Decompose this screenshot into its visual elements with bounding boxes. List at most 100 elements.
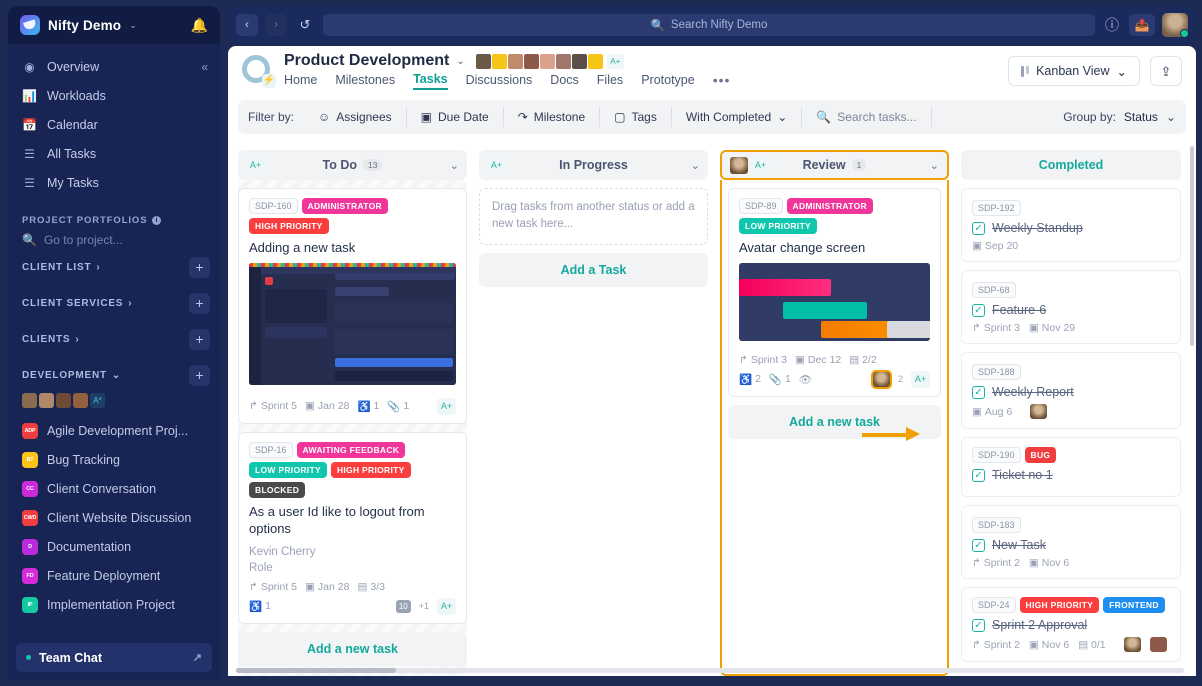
- more-tabs-button[interactable]: •••: [713, 72, 731, 90]
- checkbox-checked-icon[interactable]: ✓: [972, 618, 985, 632]
- avatar[interactable]: [1123, 637, 1141, 652]
- add-member-button[interactable]: A+: [606, 53, 624, 69]
- task-thumbnail[interactable]: [249, 262, 456, 385]
- checkbox-checked-icon[interactable]: ✓: [972, 468, 985, 482]
- filter-tags[interactable]: ▢ Tags: [600, 107, 672, 127]
- avatar[interactable]: [523, 53, 539, 69]
- task-card[interactable]: SDP-16 AWAITING FEEDBACK LOW PRIORITY HI…: [238, 431, 467, 624]
- avatar[interactable]: [555, 53, 571, 69]
- group-by-control[interactable]: Group by: Status ⌄: [1049, 110, 1176, 124]
- task-card[interactable]: SDP-160 ADMINISTRATOR HIGH PRIORITY Addi…: [238, 188, 467, 424]
- checkbox-checked-icon[interactable]: ✓: [972, 221, 985, 235]
- filter-assignees[interactable]: ☺ Assignees: [304, 107, 407, 127]
- add-new-task-button-todo[interactable]: Add a new task: [238, 631, 467, 666]
- avatar[interactable]: [73, 393, 88, 408]
- collapse-sidebar-icon[interactable]: «: [201, 60, 208, 74]
- add-project-button[interactable]: +: [189, 256, 210, 278]
- sidebar-group-client-list[interactable]: CLIENT LIST › +: [8, 249, 220, 285]
- tab-files[interactable]: Files: [597, 73, 623, 89]
- completed-task-card[interactable]: SDP-190 BUG ✓ Ticket no 1: [961, 437, 1181, 497]
- sidebar-item-calendar[interactable]: 📅 Calendar: [8, 110, 220, 139]
- checkbox-checked-icon[interactable]: ✓: [972, 303, 985, 317]
- sidebar-group-client-services[interactable]: CLIENT SERVICES › +: [8, 285, 220, 321]
- avatar[interactable]: [475, 53, 491, 69]
- checkbox-checked-icon[interactable]: ✓: [972, 538, 985, 552]
- drop-zone-message[interactable]: Drag tasks from another status or add a …: [479, 188, 708, 245]
- assign-user-icon[interactable]: A+: [437, 397, 456, 415]
- avatar[interactable]: [587, 53, 603, 69]
- expand-icon[interactable]: ↗: [193, 651, 202, 664]
- avatar[interactable]: [539, 53, 555, 69]
- sidebar-item-all-tasks[interactable]: ☰ All Tasks: [8, 139, 220, 168]
- sidebar-project-feature-deployment[interactable]: FD Feature Deployment: [8, 561, 220, 590]
- completed-task-card[interactable]: SDP-68 ✓ Feature-6 ↱ Sprint 3 ▣ Nov 29: [961, 270, 1181, 344]
- sidebar-project-documentation[interactable]: D Documentation: [8, 532, 220, 561]
- watch-icon[interactable]: 👁: [799, 373, 812, 386]
- avatar[interactable]: [507, 53, 523, 69]
- tab-docs[interactable]: Docs: [550, 73, 578, 89]
- bell-icon[interactable]: 🔔: [191, 17, 208, 34]
- chevron-down-icon[interactable]: ⌄: [691, 159, 700, 172]
- add-project-button[interactable]: +: [189, 292, 210, 314]
- sidebar-project-implementation-project[interactable]: IP Implementation Project: [8, 590, 220, 619]
- info-icon[interactable]: i: [152, 216, 162, 225]
- view-selector-button[interactable]: Kanban View ⌄: [1008, 56, 1140, 86]
- avatar[interactable]: [39, 393, 54, 408]
- assign-user-icon[interactable]: A+: [246, 156, 265, 174]
- chevron-down-icon[interactable]: ⌄: [930, 159, 939, 172]
- team-chat-button[interactable]: Team Chat ↗: [16, 643, 212, 672]
- sidebar-group-development[interactable]: DEVELOPMENT ⌄ +: [8, 357, 220, 393]
- add-project-button[interactable]: +: [189, 364, 210, 386]
- completed-task-card[interactable]: SDP-183 ✓ New Task ↱ Sprint 2 ▣ Nov 6: [961, 505, 1181, 579]
- sidebar-group-clients[interactable]: CLIENTS › +: [8, 321, 220, 357]
- share-button[interactable]: ⇪: [1150, 56, 1182, 86]
- task-card[interactable]: SDP-89 ADMINISTRATOR LOW PRIORITY Avatar…: [728, 188, 941, 397]
- tab-prototype[interactable]: Prototype: [641, 73, 695, 89]
- assign-user-icon[interactable]: A+: [437, 597, 456, 615]
- add-project-button[interactable]: +: [189, 328, 210, 350]
- completed-column-scrollbar[interactable]: [1190, 146, 1194, 346]
- task-thumbnail[interactable]: [739, 262, 930, 341]
- tab-home[interactable]: Home: [284, 73, 317, 89]
- back-button[interactable]: ‹: [236, 14, 258, 36]
- checkbox-checked-icon[interactable]: ✓: [972, 385, 985, 399]
- completed-task-card[interactable]: SDP-188 ✓ Weekly Report ▣ Aug 6: [961, 352, 1181, 429]
- sidebar-project-bug-tracking[interactable]: BT Bug Tracking: [8, 445, 220, 474]
- sidebar-item-my-tasks[interactable]: ☰ My Tasks: [8, 168, 220, 197]
- add-a-task-button[interactable]: Add a Task: [479, 252, 708, 287]
- avatar[interactable]: [571, 53, 587, 69]
- global-search-input[interactable]: 🔍 Search Nifty Demo: [323, 14, 1095, 36]
- go-to-project-input[interactable]: 🔍 Go to project...: [8, 228, 220, 249]
- avatar[interactable]: [491, 53, 507, 69]
- chevron-down-icon[interactable]: ⌄: [456, 56, 464, 67]
- search-tasks-input[interactable]: 🔍 Search tasks...: [802, 107, 932, 127]
- avatar[interactable]: [56, 393, 71, 408]
- assign-user-icon[interactable]: A+: [487, 156, 506, 174]
- sidebar-project-client-conversation[interactable]: CC Client Conversation: [8, 474, 220, 503]
- assign-user-icon[interactable]: A+: [751, 156, 770, 174]
- column-header-todo[interactable]: A+ To Do 13 ⌄: [238, 150, 467, 180]
- filter-milestone[interactable]: ↷ Milestone: [504, 107, 601, 127]
- filter-due-date[interactable]: ▣ Due Date: [407, 107, 504, 127]
- avatar[interactable]: [870, 369, 892, 389]
- sidebar-project-agile-development[interactable]: ADP Agile Development Proj...: [8, 416, 220, 445]
- tab-tasks[interactable]: Tasks: [413, 72, 448, 90]
- sidebar-item-workloads[interactable]: 📊 Workloads: [8, 81, 220, 110]
- completed-task-card[interactable]: SDP-24 HIGH PRIORITY FRONTEND ✓ Sprint 2…: [961, 587, 1181, 662]
- history-icon[interactable]: ↺: [294, 14, 316, 36]
- avatar[interactable]: [730, 156, 748, 174]
- column-header-completed[interactable]: Completed: [961, 150, 1181, 180]
- column-header-in-progress[interactable]: A+ In Progress ⌄: [479, 150, 708, 180]
- user-avatar[interactable]: [1162, 13, 1189, 38]
- avatar-group-chip[interactable]: 10: [395, 599, 411, 613]
- chevron-down-icon[interactable]: ⌄: [129, 20, 137, 31]
- avatar[interactable]: [22, 393, 37, 408]
- question-circle-icon[interactable]: ⓘ: [1102, 15, 1122, 35]
- tab-discussions[interactable]: Discussions: [466, 73, 533, 89]
- board-horizontal-scrollbar[interactable]: [236, 668, 1184, 673]
- avatar[interactable]: [1030, 404, 1048, 419]
- sidebar-item-overview[interactable]: ◉ Overview «: [8, 52, 220, 81]
- forward-button[interactable]: ›: [265, 14, 287, 36]
- column-header-review[interactable]: A+ Review 1 ⌄: [720, 150, 949, 180]
- sidebar-header[interactable]: Nifty Demo ⌄ 🔔: [8, 6, 220, 44]
